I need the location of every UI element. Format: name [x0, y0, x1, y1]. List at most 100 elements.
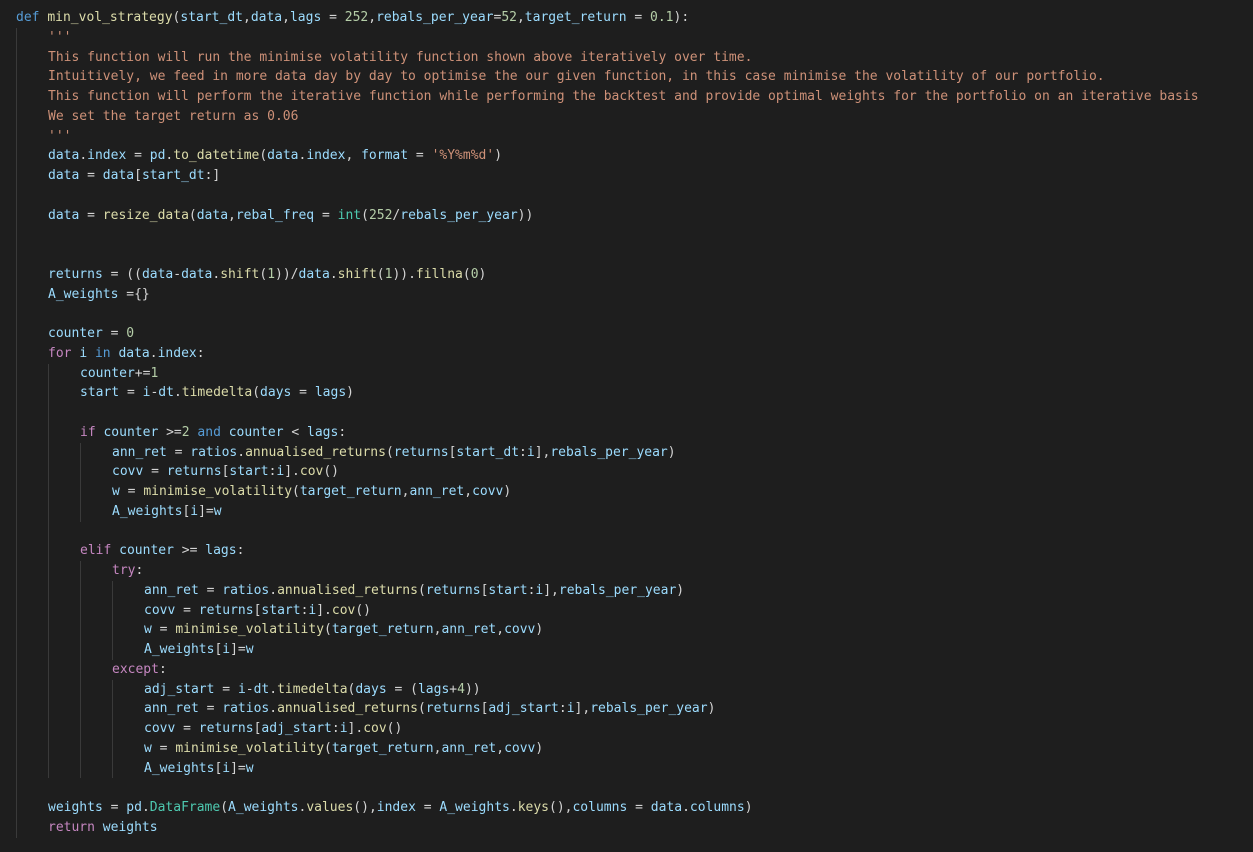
code-editor[interactable]: def min_vol_strategy(start_dt,data,lags … — [0, 0, 1253, 852]
code-token: ], — [574, 701, 591, 717]
code-token: lags — [289, 10, 322, 25]
code-token: w — [144, 622, 152, 638]
code-token: A_weights — [48, 286, 119, 302]
code-token: = — [119, 385, 143, 401]
code-line[interactable]: A_weights[i]=w — [144, 640, 254, 660]
code-line[interactable]: covv = returns[start:i].cov() — [112, 462, 339, 482]
code-token: returns — [48, 266, 103, 282]
code-token: i — [79, 345, 88, 361]
code-line[interactable]: We set the target return as 0.06 — [48, 107, 298, 127]
code-token: ( — [292, 484, 300, 499]
code-token: index — [87, 148, 127, 164]
code-token: 1 — [267, 266, 276, 282]
code-line[interactable]: This function will perform the iterative… — [48, 87, 1199, 107]
code-token: ann_ret — [112, 444, 167, 460]
code-line[interactable]: for i in data.index: — [48, 344, 205, 364]
code-token: . — [509, 800, 518, 815]
code-line[interactable]: elif counter >= lags: — [80, 541, 244, 561]
code-line[interactable]: def min_vol_strategy(start_dt,data,lags … — [16, 8, 689, 28]
code-token: data — [298, 266, 330, 282]
code-token: ) — [707, 701, 716, 717]
code-token: rebals_per_year — [550, 444, 668, 460]
indent-guide — [112, 580, 113, 660]
code-token: cov — [363, 721, 387, 736]
code-token: pd — [126, 800, 142, 815]
code-line[interactable]: except: — [112, 660, 167, 680]
code-token: data — [141, 266, 174, 282]
code-token: = — [79, 207, 103, 223]
code-line[interactable]: data = resize_data(data,rebal_freq = int… — [48, 206, 533, 226]
code-token: data — [250, 10, 283, 25]
code-token: )) — [517, 207, 534, 223]
code-token: () — [323, 464, 340, 480]
code-token: start — [229, 464, 269, 480]
code-line[interactable]: adj_start = i-dt.timedelta(days = (lags+… — [144, 680, 481, 700]
code-token: ann_ret — [144, 701, 199, 717]
code-line[interactable]: ann_ret = ratios.annualised_returns(retu… — [112, 443, 676, 463]
code-token: We set the target return as 0.06 — [48, 108, 299, 124]
code-token: and — [189, 424, 229, 440]
code-token: = — [79, 168, 103, 183]
code-token: ) — [676, 582, 685, 598]
code-token: annualised_returns — [245, 444, 386, 460]
code-token: = — [321, 10, 345, 25]
code-token: days — [355, 681, 387, 697]
code-line[interactable]: data = data[start_dt:] — [48, 166, 220, 186]
code-token: = — [175, 721, 199, 736]
code-token: returns — [166, 464, 222, 480]
code-line[interactable]: counter = 0 — [48, 324, 134, 344]
code-line[interactable]: w = minimise_volatility(target_return,an… — [144, 620, 543, 640]
code-token: counter — [228, 424, 284, 440]
code-line[interactable]: returns = ((data-data.shift(1))/data.shi… — [48, 265, 486, 285]
code-line[interactable]: start = i-dt.timedelta(days = lags) — [80, 383, 354, 403]
code-token: dt — [253, 681, 270, 697]
code-line[interactable]: w = minimise_volatility(target_return,an… — [144, 739, 543, 759]
code-line[interactable]: ''' — [48, 127, 71, 147]
code-line[interactable]: if counter >=2 and counter < lags: — [80, 423, 346, 443]
code-token: timedelta — [277, 681, 348, 697]
code-line[interactable]: try: — [112, 561, 143, 581]
code-line[interactable]: covv = returns[start:i].cov() — [144, 601, 371, 621]
code-line[interactable]: w = minimise_volatility(target_return,an… — [112, 482, 511, 502]
code-token: data — [102, 168, 135, 183]
code-line[interactable]: counter+=1 — [80, 364, 158, 384]
code-token: pd — [149, 148, 166, 164]
code-line[interactable]: A_weights[i]=w — [144, 759, 254, 779]
code-token: 52 — [501, 10, 517, 25]
code-line[interactable]: A_weights[i]=w — [112, 502, 222, 522]
code-line[interactable]: ann_ret = ratios.annualised_returns(retu… — [144, 581, 684, 601]
code-token: data — [196, 207, 229, 223]
code-token: start_dt — [456, 444, 520, 460]
code-token: , — [516, 10, 525, 25]
code-token: lags — [205, 543, 237, 559]
code-line[interactable]: This function will run the minimise vola… — [48, 48, 752, 68]
indent-guide — [80, 561, 81, 779]
code-token: fillna — [415, 266, 463, 282]
code-token: ) — [346, 385, 354, 401]
code-line[interactable]: ann_ret = ratios.annualised_returns(retu… — [144, 699, 715, 719]
code-token: ) — [535, 622, 544, 638]
code-token: dt — [158, 385, 174, 401]
code-token: keys — [517, 800, 549, 815]
code-token: Intuitively, we feed in more data day by… — [48, 69, 1105, 85]
code-line[interactable]: covv = returns[adj_start:i].cov() — [144, 719, 402, 739]
code-token: :] — [204, 168, 221, 183]
code-token: min_vol_strategy — [47, 10, 173, 25]
code-token: i — [566, 701, 575, 717]
code-token: w — [144, 740, 152, 756]
code-token: . — [79, 148, 88, 164]
code-line[interactable]: A_weights ={} — [48, 285, 150, 305]
indent-guide — [48, 363, 49, 779]
code-token: adj_start — [144, 681, 215, 697]
code-line[interactable]: data.index = pd.to_datetime(data.index, … — [48, 146, 502, 166]
code-token: return — [48, 819, 103, 835]
code-token: = — [102, 800, 127, 815]
code-line[interactable]: ''' — [48, 28, 71, 48]
code-token: i — [526, 444, 535, 460]
code-line[interactable]: Intuitively, we feed in more data day by… — [48, 67, 1105, 87]
code-line[interactable]: weights = pd.DataFrame(A_weights.values(… — [48, 798, 753, 818]
code-line[interactable]: return weights — [48, 818, 158, 838]
code-token: returns — [425, 701, 481, 717]
code-token: , — [464, 484, 473, 499]
code-token: [ — [134, 168, 142, 183]
